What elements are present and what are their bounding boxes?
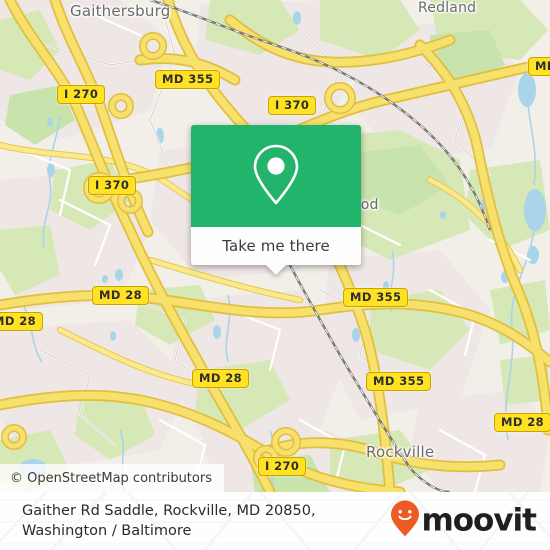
- highway-shield-i-370[interactable]: I 370: [268, 96, 317, 115]
- callout-header: [191, 125, 361, 227]
- address-label: Gaither Rd Saddle, Rockville, MD 20850, …: [22, 503, 316, 539]
- attribution-text: © OpenStreetMap contributors: [10, 470, 212, 486]
- highway-shield-md-28-west[interactable]: MD 28: [0, 312, 43, 331]
- highway-shield-i-270[interactable]: I 270: [57, 85, 106, 104]
- location-callout-card[interactable]: Take me there: [191, 125, 361, 275]
- moovit-brand[interactable]: moovit: [390, 500, 537, 543]
- highway-shield-md-28-north[interactable]: MD 28: [92, 286, 149, 305]
- callout-footer[interactable]: Take me there: [191, 227, 361, 275]
- highway-shield-md-355-south[interactable]: MD 355: [366, 372, 432, 391]
- highway-shield-md-355[interactable]: MD 355: [155, 70, 221, 89]
- highway-shield-i-270-south[interactable]: I 270: [258, 457, 307, 476]
- moovit-wordmark: moovit: [421, 502, 537, 539]
- moovit-smiley-pin-icon: [390, 500, 420, 543]
- highway-shield-md-clipped[interactable]: MD: [528, 57, 550, 76]
- map-pin-icon: [250, 142, 302, 211]
- map-canvas[interactable]: Gaithersburg Redland ood Rockville MD 35…: [0, 0, 550, 492]
- highway-shield-md-28-south[interactable]: MD 28: [192, 369, 249, 388]
- highway-shield-i-370-west[interactable]: I 370: [88, 176, 137, 195]
- map-attribution: © OpenStreetMap contributors: [0, 464, 224, 492]
- callout-pointer-tail: [265, 264, 287, 275]
- moovit-map-share-card: Gaithersburg Redland ood Rockville MD 35…: [0, 0, 550, 550]
- take-me-there-label: Take me there: [222, 237, 330, 255]
- highway-shield-md-355-east[interactable]: MD 355: [343, 288, 409, 307]
- footer-bar: Gaither Rd Saddle, Rockville, MD 20850, …: [0, 492, 550, 550]
- highway-shield-md-28-southeast[interactable]: MD 28: [494, 413, 550, 432]
